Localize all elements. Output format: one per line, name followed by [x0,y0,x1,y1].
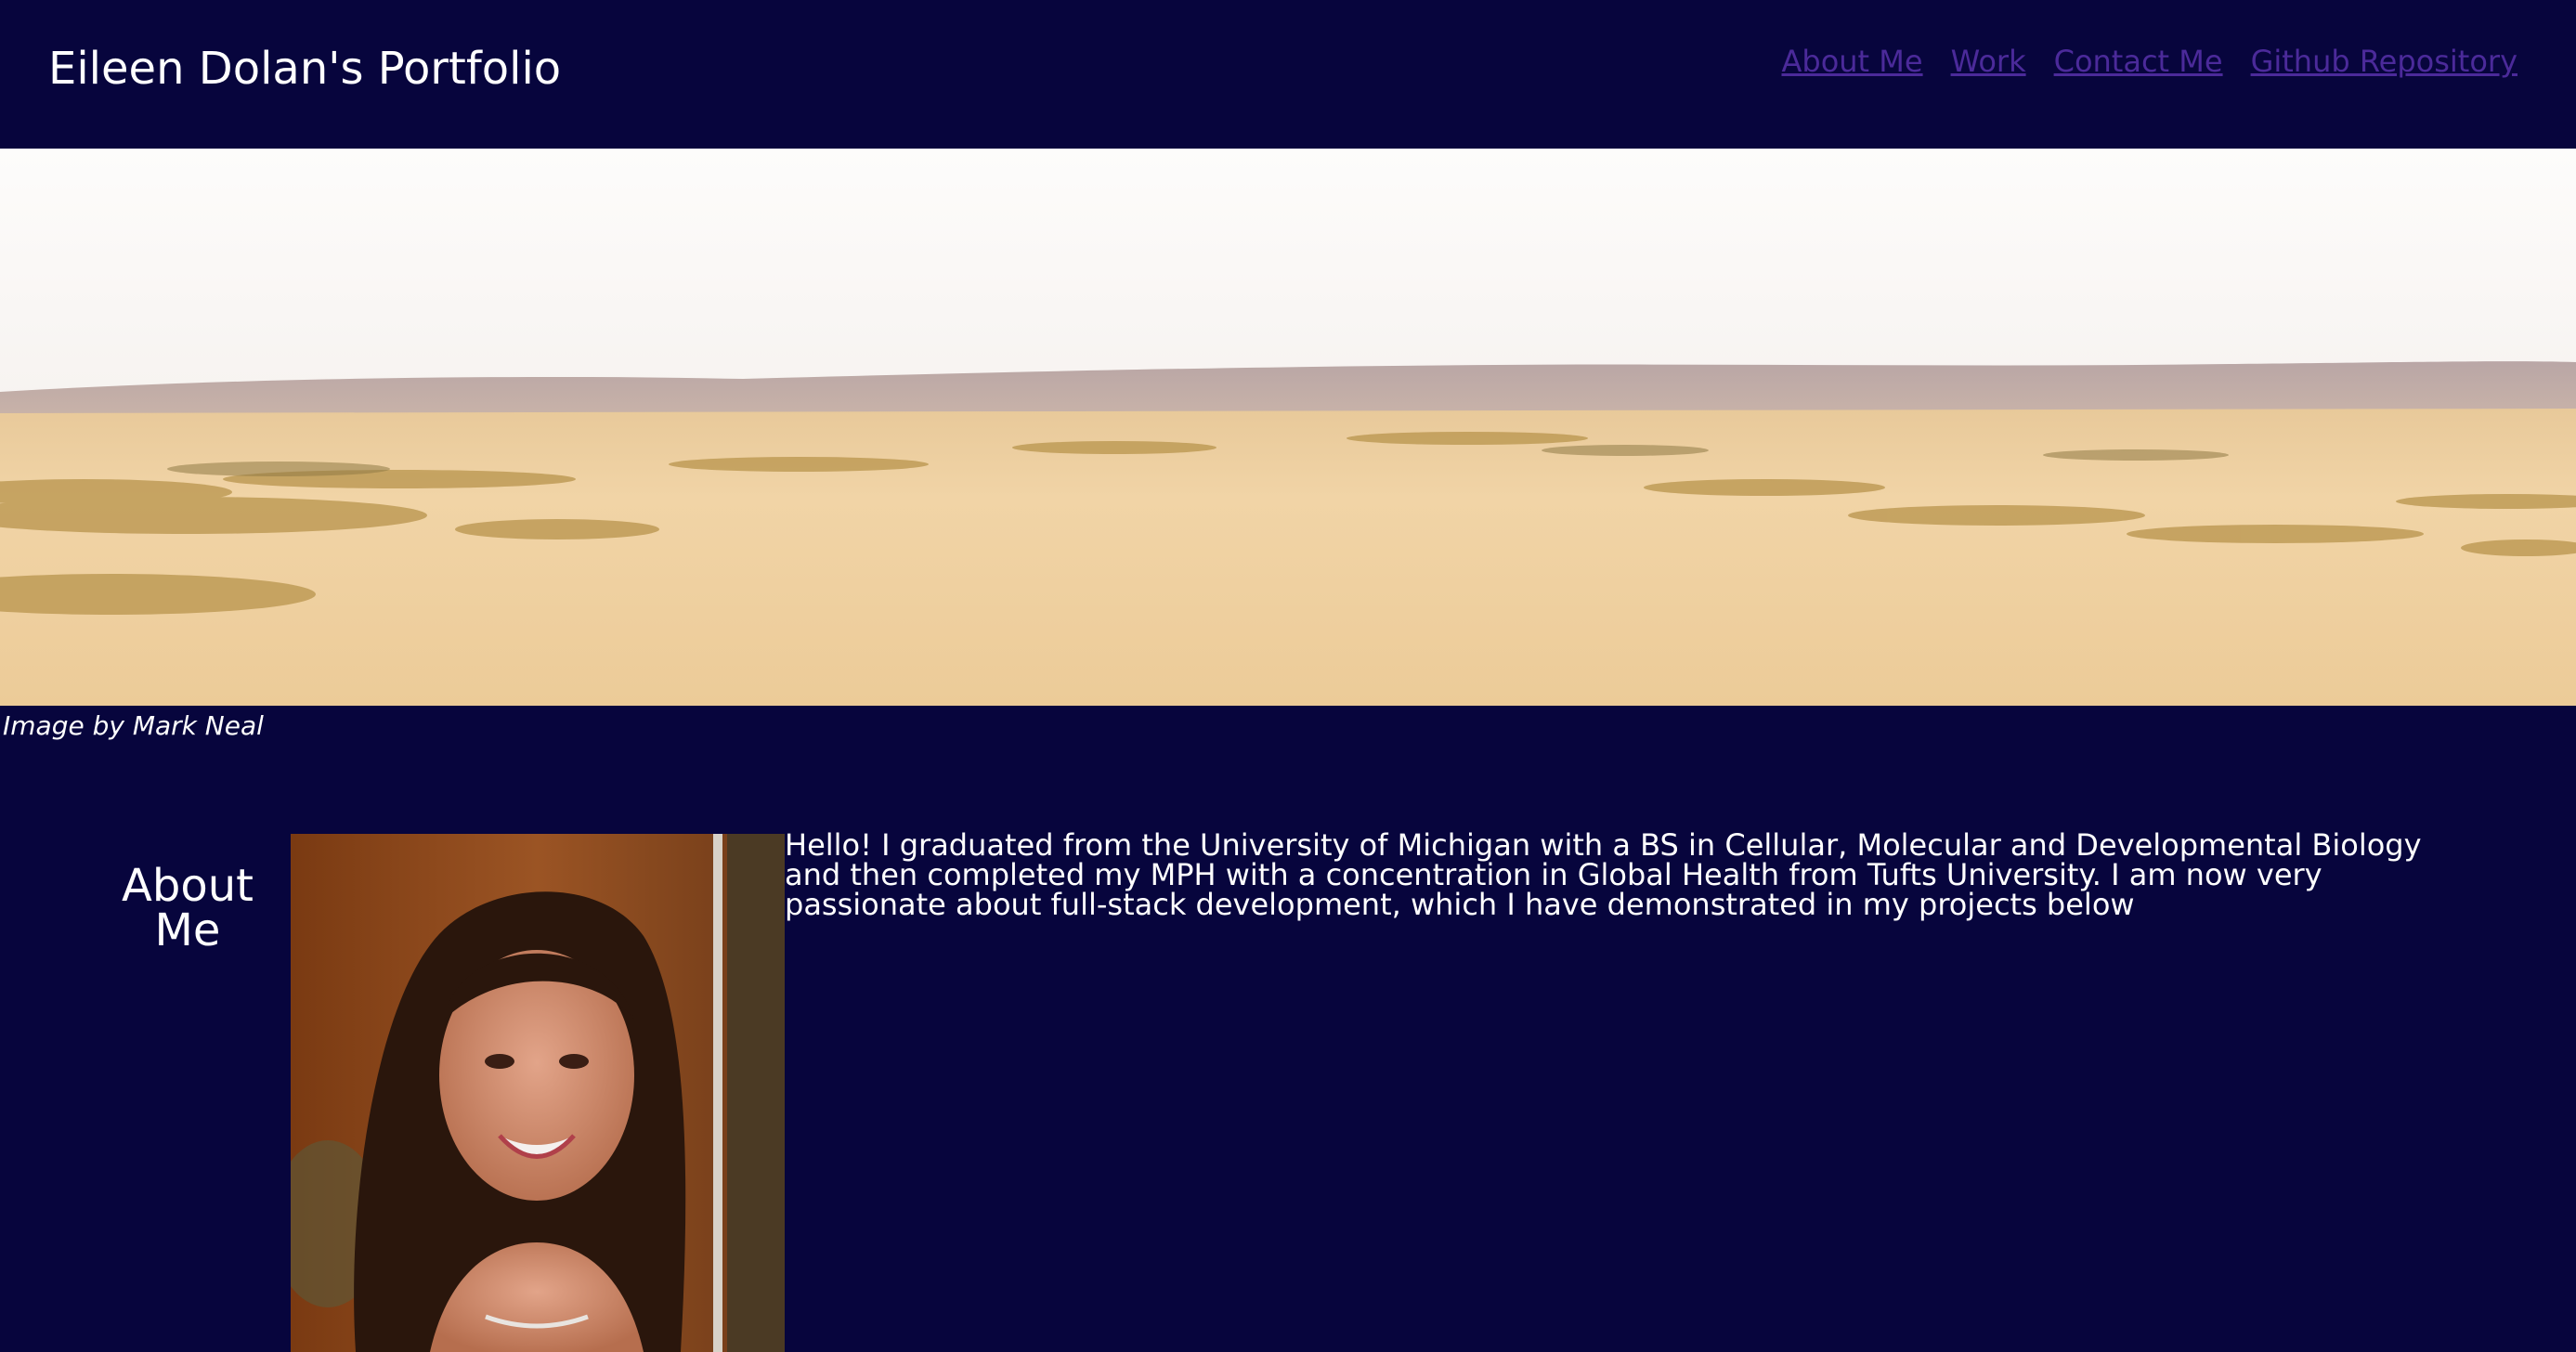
nav-link-github-repository[interactable]: Github Repository [2251,43,2517,80]
site-header: Eileen Dolan's Portfolio About Me Work C… [0,0,2576,149]
site-title: Eileen Dolan's Portfolio [48,43,562,95]
nav-link-contact-me[interactable]: Contact Me [2054,43,2223,80]
profile-photo [291,834,785,1352]
about-heading: About Me [122,860,254,956]
nav-link-about-me[interactable]: About Me [1781,43,1922,80]
hero-desert-image [0,149,2576,706]
nav-link-work[interactable]: Work [1951,43,2026,80]
about-text: Hello! I graduated from the University o… [785,827,2422,922]
main-nav: About Me Work Contact Me Github Reposito… [1781,43,2517,80]
hero-image-credit: Image by Mark Neal [3,710,264,741]
